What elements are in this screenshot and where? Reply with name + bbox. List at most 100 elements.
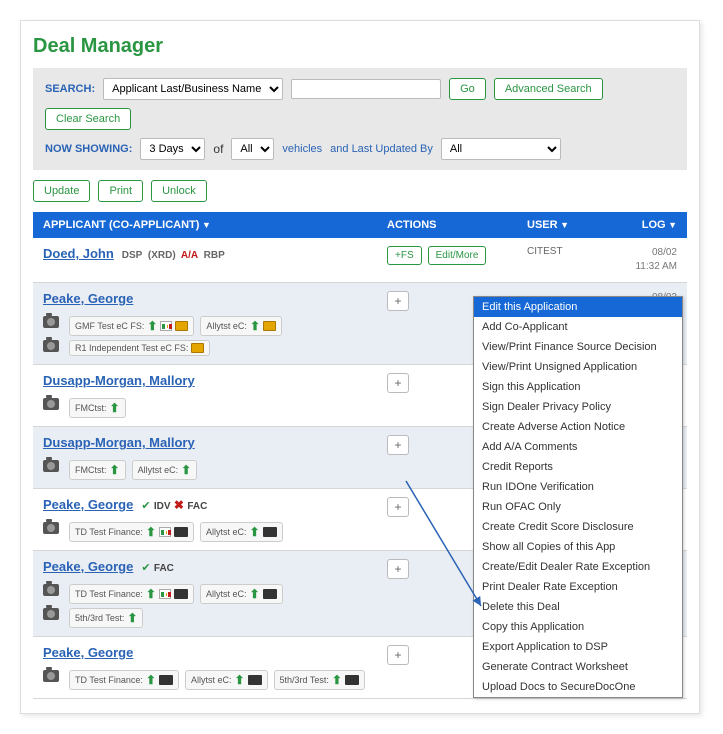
edit-more-button[interactable]: Edit/More [428, 246, 487, 265]
col-user[interactable]: USER [527, 219, 607, 231]
arrow-up-icon: ⬆ [146, 673, 156, 687]
filters-panel: SEARCH: Applicant Last/Business Name Go … [33, 68, 687, 170]
col-log[interactable]: LOG [607, 219, 677, 231]
menu-item[interactable]: Delete this Deal [474, 597, 682, 617]
menu-item[interactable]: Credit Reports [474, 457, 682, 477]
gold-folder-icon [263, 321, 276, 331]
applicant-name-link[interactable]: Dusapp-Morgan, Mallory [43, 435, 195, 450]
clear-search-button[interactable]: Clear Search [45, 108, 131, 130]
source-chip[interactable]: GMF Test eC FS:⬆ [69, 316, 194, 336]
log-cell: 08/0211:32 AM [607, 246, 677, 274]
source-chip[interactable]: FMCtst:⬆ [69, 460, 126, 480]
source-chip[interactable]: Allytst eC:⬆ [185, 670, 268, 690]
menu-item[interactable]: Run OFAC Only [474, 497, 682, 517]
menu-item[interactable]: View/Print Finance Source Decision [474, 337, 682, 357]
camera-icon[interactable] [43, 584, 59, 596]
menu-item[interactable]: View/Print Unsigned Application [474, 357, 682, 377]
dark-card-icon [159, 675, 173, 685]
source-chip[interactable]: Allytst eC:⬆ [200, 522, 283, 542]
arrow-up-icon: ⬆ [146, 525, 156, 539]
chip-label: R1 Independent Test eC FS: [75, 343, 188, 353]
add-fs-button[interactable]: +FS [387, 246, 422, 265]
check-icon: ✔ [141, 562, 150, 574]
camera-icon[interactable] [43, 340, 59, 352]
expand-actions-button[interactable]: + [387, 373, 409, 393]
arrow-up-icon: ⬆ [249, 525, 259, 539]
menu-item[interactable]: Export Application to DSP [474, 637, 682, 657]
bar-chart-icon [159, 527, 171, 537]
menu-item[interactable]: Create Adverse Action Notice [474, 417, 682, 437]
idv-badge: IDV [154, 501, 171, 512]
chip-label: Allytst eC: [191, 675, 232, 685]
vehicles-select[interactable]: All [231, 138, 274, 160]
applicant-codes: DSP (XRD) A/A RBP [122, 250, 225, 261]
source-chip[interactable]: TD Test Finance:⬆ [69, 584, 194, 604]
camera-icon[interactable] [43, 460, 59, 472]
source-chip[interactable]: 5th/3rd Test:⬆ [69, 608, 143, 628]
source-chip[interactable]: FMCtst:⬆ [69, 398, 126, 418]
expand-actions-button[interactable]: + [387, 497, 409, 517]
menu-item[interactable]: Copy this Application [474, 617, 682, 637]
camera-icon[interactable] [43, 608, 59, 620]
search-input[interactable] [291, 79, 441, 99]
camera-icon[interactable] [43, 398, 59, 410]
applicant-name-link[interactable]: Peake, George [43, 645, 133, 660]
source-chip[interactable]: 5th/3rd Test:⬆ [274, 670, 365, 690]
source-chip[interactable]: Allytst eC:⬆ [200, 316, 282, 336]
expand-actions-button[interactable]: + [387, 559, 409, 579]
arrow-up-icon: ⬆ [110, 401, 120, 415]
arrow-up-icon: ⬆ [249, 587, 259, 601]
chip-label: 5th/3rd Test: [75, 613, 124, 623]
menu-item[interactable]: Print Dealer Rate Exception [474, 577, 682, 597]
dark-card-icon [263, 589, 277, 599]
source-chip[interactable]: R1 Independent Test eC FS: [69, 340, 210, 356]
menu-item[interactable]: Generate Contract Worksheet [474, 657, 682, 677]
dark-card-icon [263, 527, 277, 537]
menu-item[interactable]: Create Credit Score Disclosure [474, 517, 682, 537]
menu-item[interactable]: Create/Edit Dealer Rate Exception [474, 557, 682, 577]
col-applicant[interactable]: APPLICANT (CO-APPLICANT) [43, 219, 387, 231]
menu-item[interactable]: Add Co-Applicant [474, 317, 682, 337]
chip-label: FMCtst: [75, 403, 107, 413]
advanced-search-button[interactable]: Advanced Search [494, 78, 603, 100]
applicant-name-link[interactable]: Peake, George [43, 291, 133, 306]
gold-folder-icon [191, 343, 204, 353]
applicant-name-link[interactable]: Doed, John [43, 246, 114, 261]
source-chip[interactable]: TD Test Finance:⬆ [69, 670, 179, 690]
arrow-up-icon: ⬆ [332, 673, 342, 687]
menu-item[interactable]: Edit this Application [474, 297, 682, 317]
go-button[interactable]: Go [449, 78, 486, 100]
source-chip[interactable]: TD Test Finance:⬆ [69, 522, 194, 542]
source-chip[interactable]: Allytst eC:⬆ [200, 584, 283, 604]
applicant-name-link[interactable]: Peake, George [43, 497, 133, 512]
user-cell: CITEST [527, 246, 607, 257]
print-button[interactable]: Print [98, 180, 143, 202]
updated-by-select[interactable]: All [441, 138, 561, 160]
search-by-select[interactable]: Applicant Last/Business Name [103, 78, 283, 100]
camera-icon[interactable] [43, 670, 59, 682]
menu-item[interactable]: Sign this Application [474, 377, 682, 397]
expand-actions-button[interactable]: + [387, 435, 409, 455]
camera-icon[interactable] [43, 316, 59, 328]
unlock-button[interactable]: Unlock [151, 180, 207, 202]
applicant-name-link[interactable]: Dusapp-Morgan, Mallory [43, 373, 195, 388]
menu-item[interactable]: Show all Copies of this App [474, 537, 682, 557]
dark-card-icon [174, 527, 188, 537]
chip-label: 5th/3rd Test: [280, 675, 329, 685]
gold-folder-icon [175, 321, 188, 331]
expand-actions-button[interactable]: + [387, 645, 409, 665]
applicant-name-link[interactable]: Peake, George [43, 559, 133, 574]
menu-item[interactable]: Add A/A Comments [474, 437, 682, 457]
update-button[interactable]: Update [33, 180, 90, 202]
camera-icon[interactable] [43, 522, 59, 534]
check-icon: ✔ [141, 500, 150, 512]
chip-label: GMF Test eC FS: [75, 321, 144, 331]
days-select[interactable]: 3 Days [140, 138, 205, 160]
menu-item[interactable]: Upload Docs to SecureDocOne [474, 677, 682, 697]
source-chip[interactable]: Allytst eC:⬆ [132, 460, 198, 480]
menu-item[interactable]: Sign Dealer Privacy Policy [474, 397, 682, 417]
menu-item[interactable]: Run IDOne Verification [474, 477, 682, 497]
of-label: of [213, 142, 223, 156]
expand-actions-button[interactable]: + [387, 291, 409, 311]
table-row: Doed, John DSP (XRD) A/A RBP +FS Edit/More C… [33, 238, 687, 283]
